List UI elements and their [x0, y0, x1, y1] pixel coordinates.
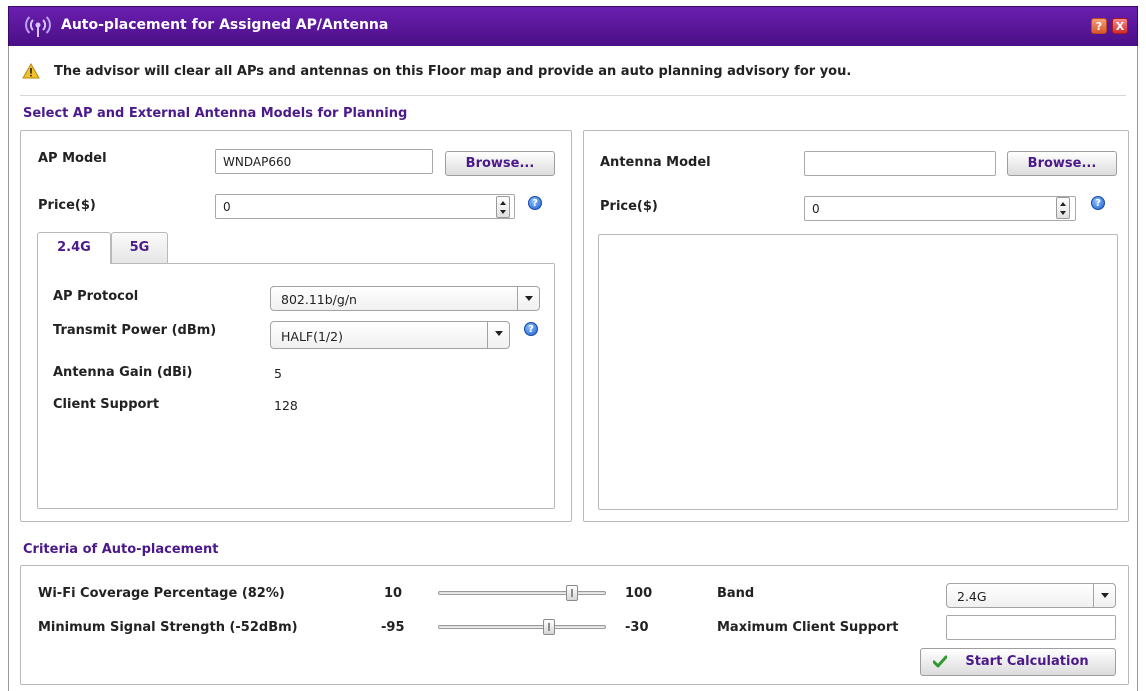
spin-down-icon[interactable]	[500, 210, 506, 214]
window-title: Auto-placement for Assigned AP/Antenna	[61, 17, 389, 33]
antenna-price-label: Price($)	[600, 199, 658, 214]
ap-protocol-label: AP Protocol	[53, 289, 139, 304]
criteria-section-title: Criteria of Auto-placement	[23, 542, 219, 557]
antenna-gain-label: Antenna Gain (dBi)	[53, 365, 193, 380]
antenna-price-spinner[interactable]	[1056, 197, 1070, 219]
coverage-slider-track[interactable]	[438, 591, 606, 595]
close-icon[interactable]: X	[1112, 18, 1128, 34]
transmit-power-select[interactable]: HALF(1/2)	[270, 321, 510, 349]
ap-protocol-select[interactable]: 802.11b/g/n	[270, 286, 540, 311]
tab-2-4g[interactable]: 2.4G	[37, 232, 111, 264]
ap-model-input[interactable]: WNDAP660	[215, 149, 433, 174]
ap-price-help-icon[interactable]: ?	[528, 196, 542, 210]
coverage-label: Wi-Fi Coverage Percentage (82%)	[38, 586, 285, 601]
ap-price-input[interactable]: 0	[215, 194, 515, 219]
divider	[20, 95, 1126, 96]
dropdown-arrow-icon[interactable]	[487, 322, 509, 348]
antenna-price-help-icon[interactable]: ?	[1091, 196, 1105, 210]
spin-up-icon[interactable]	[500, 201, 506, 205]
title-bar: Auto-placement for Assigned AP/Antenna ?…	[8, 6, 1138, 46]
antenna-browse-button[interactable]: Browse...	[1007, 151, 1117, 176]
signal-min: -95	[381, 620, 405, 635]
models-section-title: Select AP and External Antenna Models fo…	[23, 106, 408, 121]
coverage-slider-handle[interactable]	[566, 585, 579, 601]
wireless-icon	[25, 16, 51, 37]
spin-up-icon[interactable]	[1060, 202, 1066, 206]
antenna-model-label: Antenna Model	[600, 155, 711, 170]
coverage-min: 10	[384, 586, 403, 601]
transmit-help-icon[interactable]: ?	[524, 322, 538, 336]
max-client-input[interactable]	[946, 615, 1116, 640]
max-client-label: Maximum Client Support	[717, 620, 899, 635]
advisory-text: The advisor will clear all APs and anten…	[54, 64, 852, 79]
ap-protocol-value: 802.11b/g/n	[281, 292, 357, 307]
start-calculation-label: Start Calculation	[965, 654, 1089, 669]
antenna-price-input[interactable]: 0	[804, 196, 1076, 221]
band-select[interactable]: 2.4G	[946, 583, 1116, 608]
antenna-gain-value: 5	[274, 366, 282, 381]
antenna-model-input[interactable]	[804, 151, 996, 176]
ap-price-label: Price($)	[38, 198, 96, 213]
signal-max: -30	[625, 620, 649, 635]
ap-browse-button[interactable]: Browse...	[445, 151, 555, 176]
signal-slider-handle[interactable]	[543, 619, 556, 635]
dropdown-arrow-icon[interactable]	[1093, 584, 1115, 607]
client-support-value: 128	[274, 398, 298, 413]
transmit-power-value: HALF(1/2)	[281, 329, 343, 344]
help-icon[interactable]: ?	[1091, 18, 1107, 34]
spin-down-icon[interactable]	[1060, 211, 1066, 215]
client-support-label: Client Support	[53, 397, 160, 412]
dropdown-arrow-icon[interactable]	[517, 287, 539, 310]
coverage-max: 100	[625, 586, 653, 601]
transmit-power-label: Transmit Power (dBm)	[53, 323, 217, 338]
antenna-info-panel	[598, 234, 1118, 510]
checkmark-icon	[933, 655, 947, 668]
ap-model-label: AP Model	[38, 151, 107, 166]
start-calculation-button[interactable]: Start Calculation	[920, 648, 1116, 676]
band-value: 2.4G	[957, 589, 987, 604]
warning-icon	[22, 63, 40, 79]
tab-5g[interactable]: 5G	[111, 232, 168, 264]
band-label: Band	[717, 586, 755, 601]
signal-label: Minimum Signal Strength (-52dBm)	[38, 620, 298, 635]
active-tab-joiner	[38, 262, 110, 265]
ap-price-spinner[interactable]	[496, 196, 510, 218]
signal-slider-track[interactable]	[438, 625, 606, 629]
